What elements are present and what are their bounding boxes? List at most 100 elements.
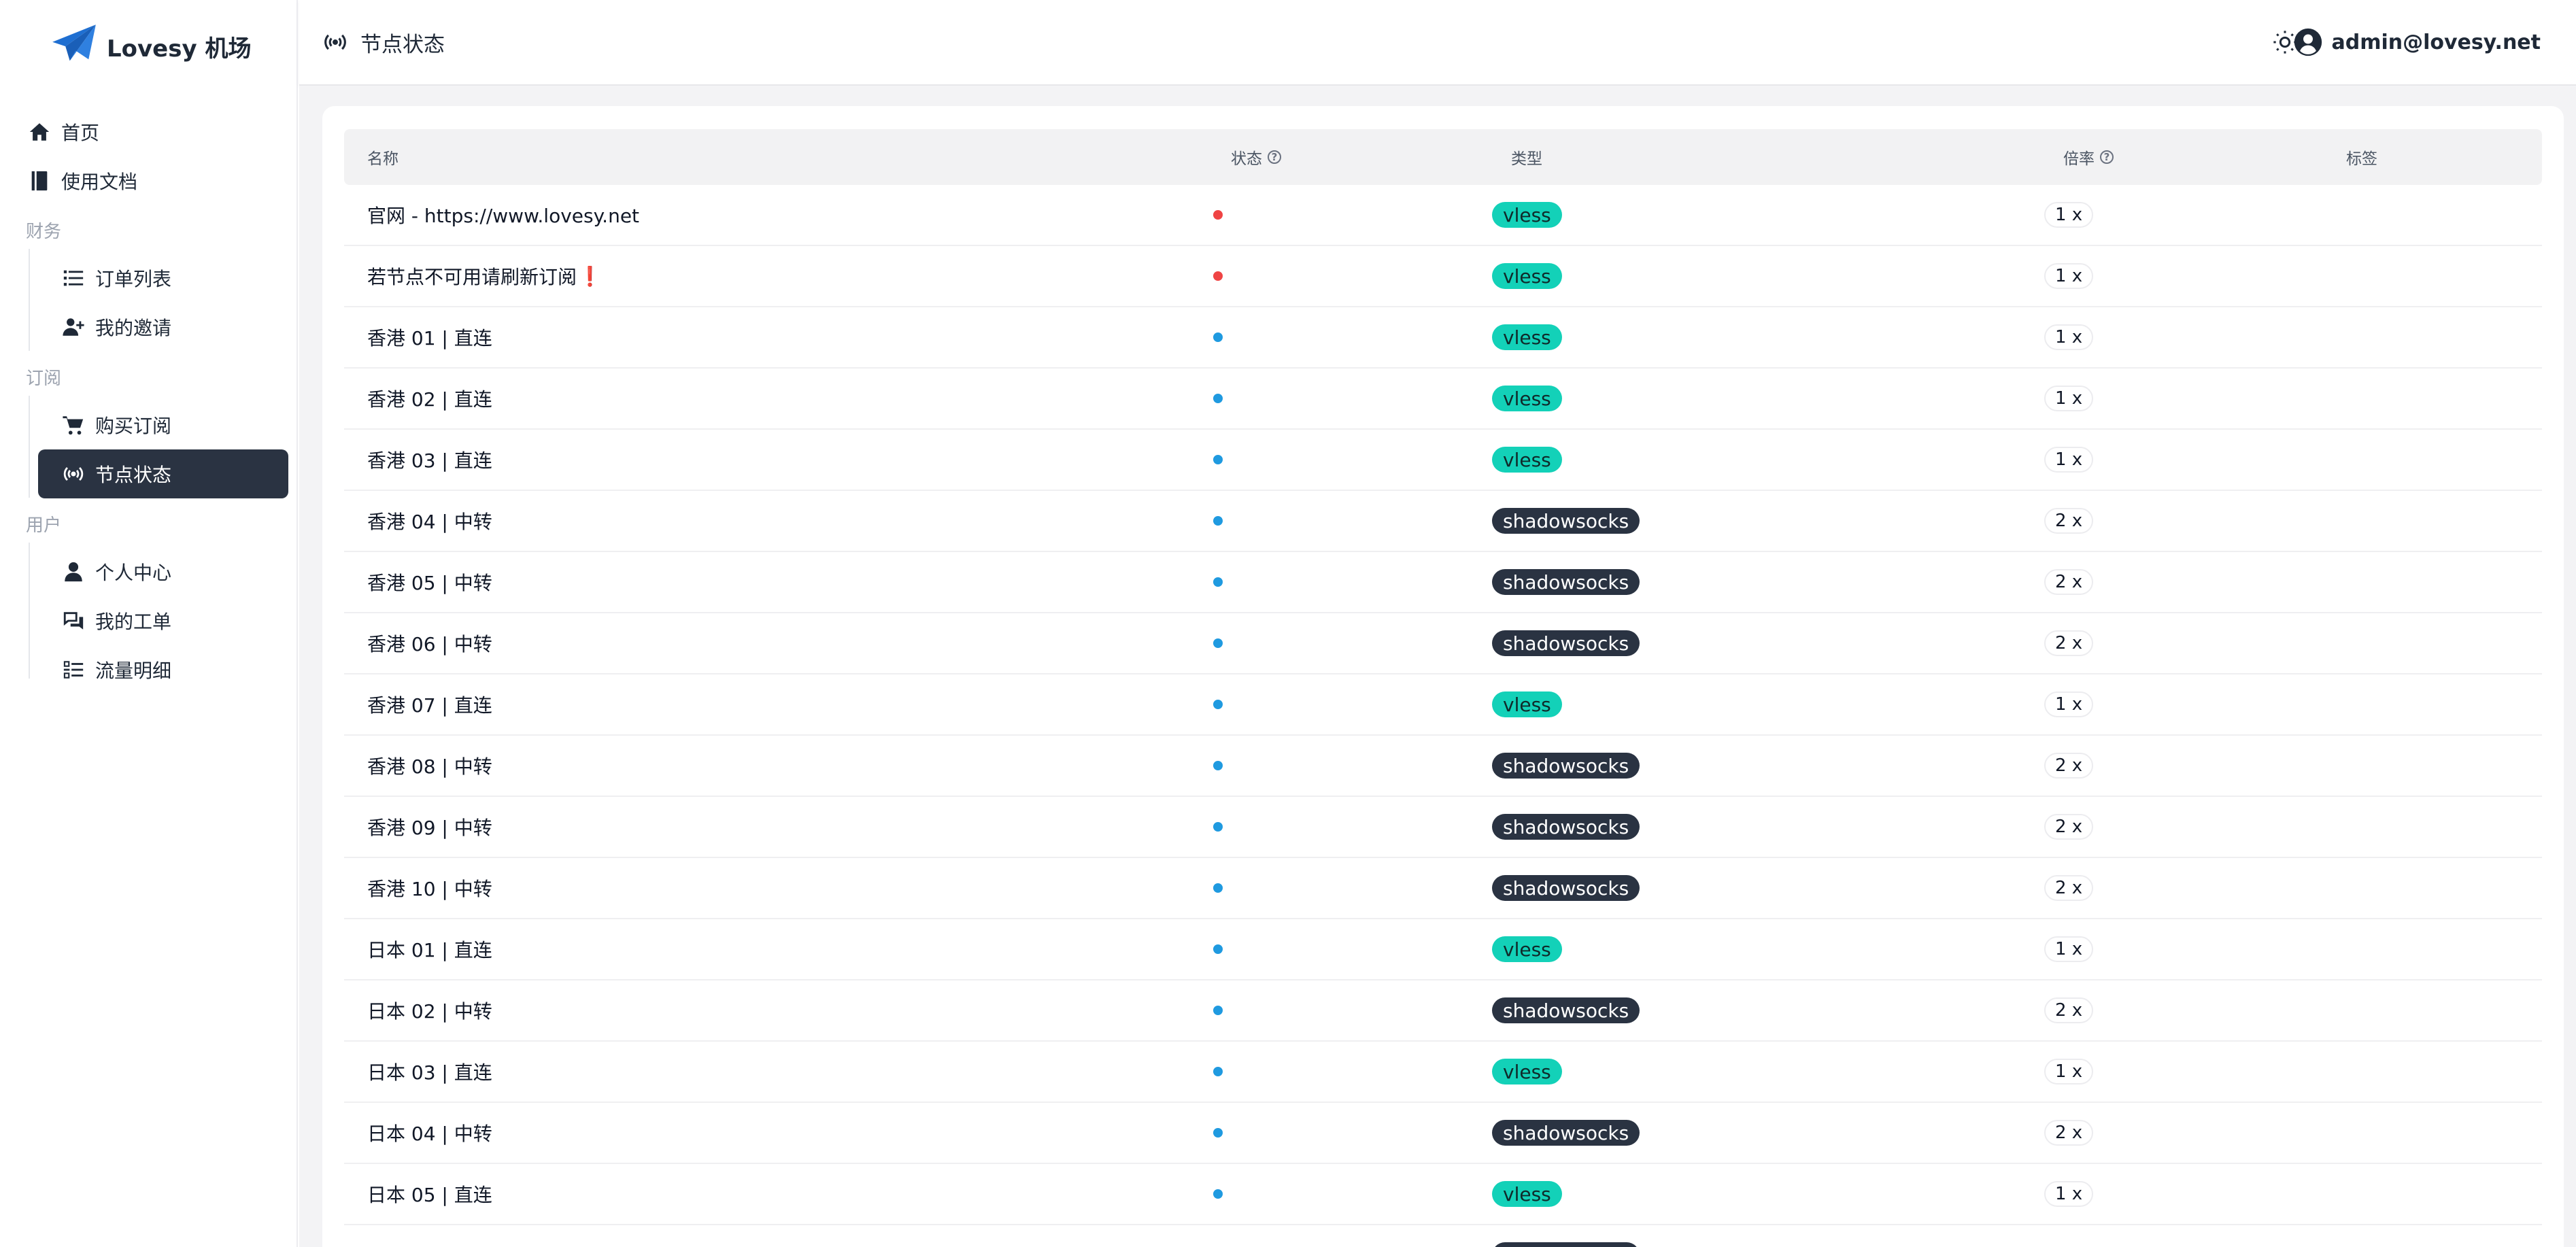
type-cell: vless <box>1492 1042 1562 1101</box>
nav-traffic[interactable]: 流量明细 <box>60 649 171 691</box>
nav-traffic-label: 流量明细 <box>95 660 172 682</box>
type-cell: shadowsocks <box>1492 797 1640 857</box>
rate-cell: 1 x <box>2044 185 2094 245</box>
table-row[interactable]: 香港 04 | 中转 shadowsocks 2 x <box>344 491 2542 552</box>
type-cell: vless <box>1492 430 1562 490</box>
status-dot <box>1213 1128 1223 1138</box>
status-dot <box>1213 210 1223 220</box>
rate-cell: 2 x <box>2044 980 2094 1040</box>
rate-badge: 1 x <box>2044 324 2094 350</box>
column-name: 名称 <box>367 150 399 168</box>
table-row[interactable]: 香港 06 | 中转 shadowsocks 2 x <box>344 613 2542 674</box>
table-row[interactable]: 日本 01 | 直连 vless 1 x <box>344 919 2542 980</box>
table-row[interactable]: 官网 - https://www.lovesy.net vless 1 x <box>344 185 2542 246</box>
rate-cell: 2 x <box>2044 858 2094 918</box>
table-row[interactable]: 香港 05 | 中转 shadowsocks 2 x <box>344 552 2542 613</box>
table-row[interactable]: 香港 08 | 中转 shadowsocks 2 x <box>344 736 2542 797</box>
brand-name: Lovesy 机场 <box>107 35 252 63</box>
nav-orders[interactable]: 订单列表 <box>60 257 171 299</box>
nav-tickets-label: 我的工单 <box>95 611 172 633</box>
rate-badge: 2 x <box>2044 875 2094 901</box>
user-icon <box>60 558 87 585</box>
broadcast-icon <box>324 34 346 50</box>
status-dot <box>1213 700 1223 709</box>
table-row[interactable]: 香港 07 | 直连 vless 1 x <box>344 674 2542 736</box>
type-badge: shadowsocks <box>1492 753 1640 779</box>
brand[interactable]: Lovesy 机场 <box>51 24 251 68</box>
type-cell: vless <box>1492 1164 1562 1224</box>
nav-orders-label: 订单列表 <box>95 268 172 290</box>
nav-invites-label: 我的邀请 <box>95 317 172 339</box>
type-badge: vless <box>1492 936 1562 962</box>
list-icon <box>60 264 87 292</box>
node-table-card: 名称 状态 ? 类型 倍率 ? 标签 官网 - https://www.love… <box>322 106 2564 1247</box>
type-cell: vless <box>1492 185 1562 245</box>
type-cell: shadowsocks <box>1492 980 1640 1040</box>
help-icon[interactable]: ? <box>2100 150 2114 164</box>
status-cell <box>1213 613 1223 673</box>
page-title: 节点状态 <box>322 26 445 58</box>
rate-cell: 2 x <box>2044 1103 2094 1163</box>
section-subscribe: 订阅 <box>26 369 62 389</box>
table-row[interactable]: 日本 05 | 直连 vless 1 x <box>344 1164 2542 1225</box>
rate-badge: 2 x <box>2044 997 2094 1023</box>
table-row[interactable]: 香港 02 | 直连 vless 1 x <box>344 369 2542 430</box>
user-menu[interactable]: admin@lovesy.net <box>2293 26 2541 58</box>
table-row[interactable]: 日本 03 | 直连 vless 1 x <box>344 1042 2542 1103</box>
type-badge: vless <box>1492 386 1562 411</box>
type-cell: shadowsocks <box>1492 1225 1640 1247</box>
type-cell: vless <box>1492 919 1562 979</box>
column-rate: 倍率 ? <box>2063 129 2114 185</box>
status-dot <box>1213 944 1223 954</box>
status-dot <box>1213 455 1223 464</box>
rate-cell: 1 x <box>2044 1164 2094 1224</box>
status-cell <box>1213 1042 1223 1101</box>
exclamation-icon: ❗ <box>578 264 602 288</box>
status-dot <box>1213 394 1223 403</box>
nav-buy[interactable]: 购买订阅 <box>60 404 171 446</box>
rate-badge: 1 x <box>2044 1181 2094 1207</box>
status-cell <box>1213 369 1223 428</box>
rate-cell: 1 x <box>2044 919 2094 979</box>
rate-cell: 1 x <box>2044 674 2094 734</box>
table-row[interactable]: shadowsocks <box>344 1225 2542 1247</box>
node-name: 若节点不可用请刷新订阅 ❗ <box>367 264 602 289</box>
rate-badge: 2 x <box>2044 753 2094 779</box>
node-name: 香港 02 | 直连 <box>367 388 492 411</box>
nav-docs[interactable]: 使用文档 <box>26 160 137 202</box>
sidebar: Lovesy 机场 首页 使用文档 财务 订单列表 我的邀请 订阅 购买订阅 节… <box>0 0 298 1247</box>
node-name: 香港 10 | 中转 <box>367 878 492 900</box>
status-dot <box>1213 1006 1223 1015</box>
rate-cell: 1 x <box>2044 430 2094 490</box>
status-cell <box>1213 491 1223 551</box>
node-name: 日本 05 | 直连 <box>367 1184 492 1206</box>
status-dot <box>1213 577 1223 587</box>
nav-home[interactable]: 首页 <box>26 111 99 153</box>
nav-profile[interactable]: 个人中心 <box>60 551 171 593</box>
type-badge: vless <box>1492 202 1562 228</box>
section-divider <box>29 543 30 679</box>
table-row[interactable]: 日本 04 | 中转 shadowsocks 2 x <box>344 1103 2542 1164</box>
nav-node-status[interactable]: 节点状态 <box>38 449 288 498</box>
table-row[interactable]: 若节点不可用请刷新订阅 ❗ vless 1 x <box>344 246 2542 307</box>
table-row[interactable]: 香港 01 | 直连 vless 1 x <box>344 307 2542 369</box>
table-row[interactable]: 香港 03 | 直连 vless 1 x <box>344 430 2542 491</box>
node-name: 香港 01 | 直连 <box>367 327 492 349</box>
nav-tickets[interactable]: 我的工单 <box>60 600 171 642</box>
type-cell: shadowsocks <box>1492 613 1640 673</box>
table-row[interactable]: 香港 10 | 中转 shadowsocks 2 x <box>344 858 2542 919</box>
rate-badge: 2 x <box>2044 814 2094 840</box>
rate-badge: 1 x <box>2044 447 2094 473</box>
table-row[interactable]: 日本 02 | 中转 shadowsocks 2 x <box>344 980 2542 1042</box>
type-badge: vless <box>1492 447 1562 473</box>
type-badge: vless <box>1492 1059 1562 1084</box>
nav-invites[interactable]: 我的邀请 <box>60 306 171 348</box>
help-icon[interactable]: ? <box>1268 150 1281 164</box>
rate-badge: 2 x <box>2044 508 2094 534</box>
type-badge: shadowsocks <box>1492 875 1640 901</box>
rate-badge: 2 x <box>2044 1120 2094 1146</box>
table-row[interactable]: 香港 09 | 中转 shadowsocks 2 x <box>344 797 2542 858</box>
type-cell: shadowsocks <box>1492 1103 1640 1163</box>
home-icon <box>26 118 53 146</box>
rate-cell: 2 x <box>2044 552 2094 612</box>
